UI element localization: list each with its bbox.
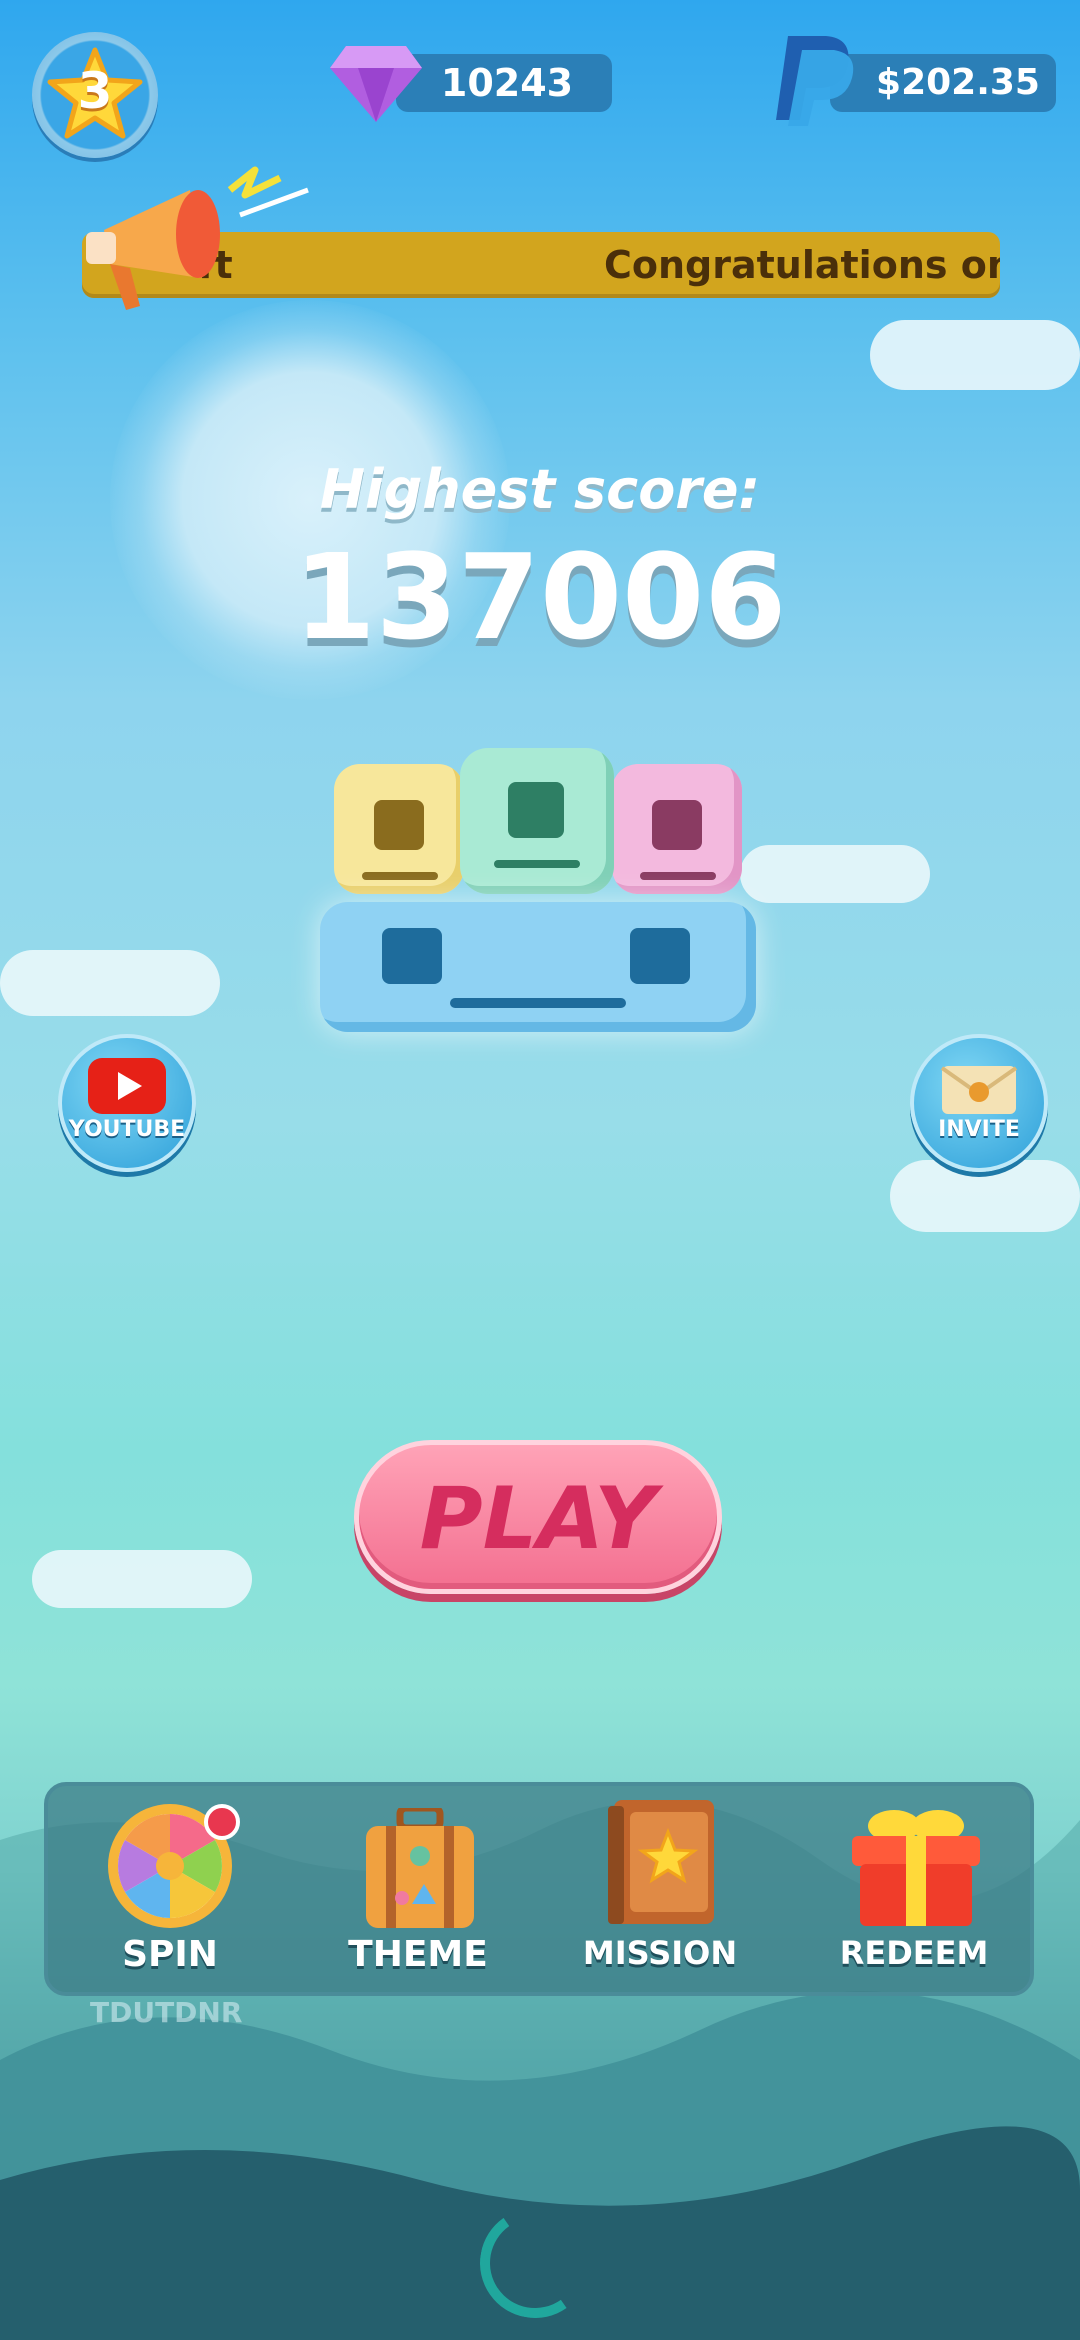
youtube-label: YOUTUBE bbox=[68, 1117, 186, 1142]
bottom-dock: SPIN THEME MISSION REDEEM bbox=[44, 1782, 1034, 1996]
gem-counter: 10243 bbox=[396, 54, 612, 112]
youtube-icon bbox=[88, 1058, 166, 1114]
invite-button[interactable]: INVITE bbox=[910, 1034, 1048, 1172]
dock-label-mission: MISSION bbox=[582, 1934, 738, 1972]
cloud bbox=[870, 320, 1080, 390]
gift-box-icon bbox=[852, 1810, 980, 1926]
dock-label-spin: SPIN bbox=[122, 1934, 218, 1975]
cloud bbox=[0, 950, 220, 1016]
megaphone-icon bbox=[86, 166, 309, 310]
spin-wheel-icon bbox=[108, 1804, 240, 1928]
mission-book-icon bbox=[608, 1800, 714, 1924]
yellow-block bbox=[334, 764, 464, 894]
highest-score-label: Highest score: bbox=[319, 458, 761, 521]
dock-item-mission[interactable]: MISSION bbox=[560, 1796, 760, 1992]
level-number: 3 bbox=[77, 62, 113, 120]
invite-label: INVITE bbox=[938, 1117, 1020, 1142]
suitcase-icon bbox=[366, 1808, 474, 1928]
cloud bbox=[740, 845, 930, 903]
dock-label-redeem: REDEEM bbox=[839, 1934, 989, 1972]
cloud bbox=[32, 1550, 252, 1608]
paypal-icon bbox=[776, 36, 854, 126]
highest-score-value: 137006 bbox=[293, 528, 787, 666]
level-badge[interactable]: 3 bbox=[32, 32, 158, 158]
gem-icon bbox=[330, 46, 422, 122]
gem-count: 10243 bbox=[440, 61, 574, 105]
watermark: TDUTDNR bbox=[90, 1996, 243, 2029]
cash-amount: $202.35 bbox=[876, 62, 1040, 103]
pink-block bbox=[612, 764, 742, 894]
dock-item-spin[interactable]: SPIN bbox=[70, 1796, 270, 1992]
block-mascots bbox=[320, 740, 760, 1040]
green-block bbox=[460, 748, 614, 894]
dock-item-theme[interactable]: THEME bbox=[318, 1796, 518, 1992]
dock-item-redeem[interactable]: REDEEM bbox=[814, 1796, 1014, 1992]
envelope-icon bbox=[940, 1066, 1018, 1114]
dock-label-theme: THEME bbox=[348, 1934, 488, 1975]
play-button[interactable]: PLAY bbox=[354, 1440, 722, 1594]
blue-block bbox=[320, 902, 756, 1032]
ticker-message: Congratulations on V bbox=[604, 243, 1000, 287]
youtube-button[interactable]: YOUTUBE bbox=[58, 1034, 196, 1172]
